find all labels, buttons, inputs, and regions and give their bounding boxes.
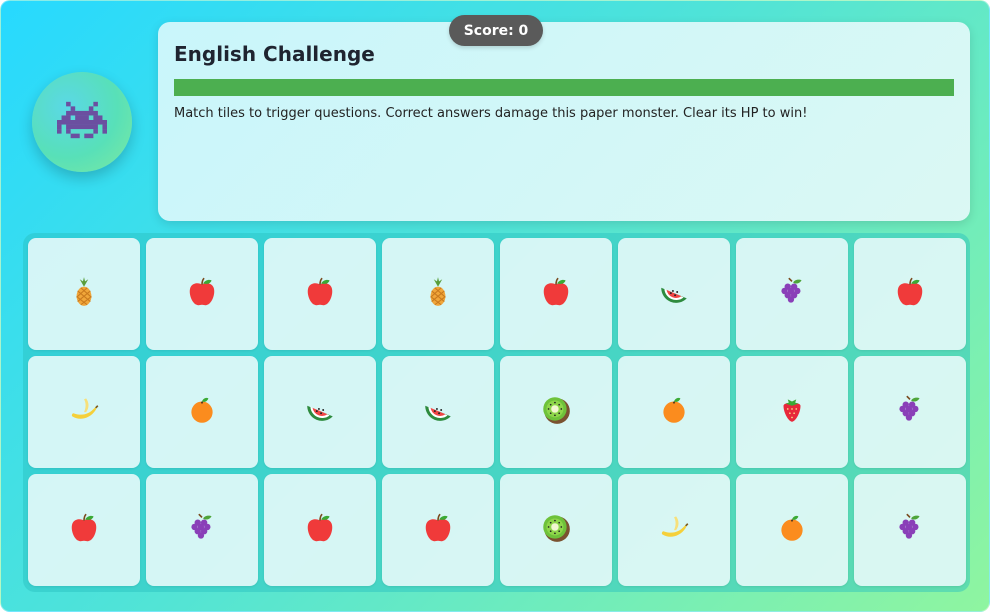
grapes-icon xyxy=(775,275,809,313)
apple-icon xyxy=(303,511,337,549)
monster-avatar xyxy=(32,72,132,172)
challenge-title: English Challenge xyxy=(174,42,375,66)
banana-icon xyxy=(657,511,691,549)
kiwi-icon xyxy=(539,393,573,431)
tile-orange[interactable] xyxy=(146,356,258,468)
tile-grapes[interactable] xyxy=(736,238,848,350)
grapes-icon xyxy=(893,511,927,549)
tile-grapes[interactable] xyxy=(854,474,966,586)
tile-banana[interactable] xyxy=(28,356,140,468)
tile-orange[interactable] xyxy=(618,356,730,468)
watermelon-icon xyxy=(421,393,455,431)
orange-icon xyxy=(657,393,691,431)
tile-apple[interactable] xyxy=(500,238,612,350)
tile-apple[interactable] xyxy=(28,474,140,586)
kiwi-icon xyxy=(539,511,573,549)
challenge-panel: English Challenge Match tiles to trigger… xyxy=(158,22,970,221)
pineapple-icon xyxy=(67,275,101,313)
banana-icon xyxy=(67,393,101,431)
apple-icon xyxy=(893,275,927,313)
strawberry-icon xyxy=(775,393,809,431)
tile-watermelon[interactable] xyxy=(618,238,730,350)
apple-icon xyxy=(421,511,455,549)
pineapple-icon xyxy=(421,275,455,313)
tile-banana[interactable] xyxy=(618,474,730,586)
tile-apple[interactable] xyxy=(264,474,376,586)
watermelon-icon xyxy=(303,393,337,431)
orange-icon xyxy=(185,393,219,431)
score-badge: Score: 0 xyxy=(449,15,543,46)
apple-icon xyxy=(67,511,101,549)
tile-grapes[interactable] xyxy=(854,356,966,468)
tile-apple[interactable] xyxy=(146,238,258,350)
apple-icon xyxy=(303,275,337,313)
tile-apple[interactable] xyxy=(854,238,966,350)
monster-hp-bar xyxy=(174,79,954,96)
tile-kiwi[interactable] xyxy=(500,474,612,586)
tile-pineapple[interactable] xyxy=(382,238,494,350)
tile-pineapple[interactable] xyxy=(28,238,140,350)
challenge-description: Match tiles to trigger questions. Correc… xyxy=(174,106,808,121)
grapes-icon xyxy=(893,393,927,431)
tile-watermelon[interactable] xyxy=(382,356,494,468)
watermelon-icon xyxy=(657,275,691,313)
tile-apple[interactable] xyxy=(264,238,376,350)
orange-icon xyxy=(775,511,809,549)
monster-hp-fill xyxy=(174,79,954,96)
tile-board xyxy=(23,233,970,592)
tile-strawberry[interactable] xyxy=(736,356,848,468)
tile-orange[interactable] xyxy=(736,474,848,586)
tile-watermelon[interactable] xyxy=(264,356,376,468)
tile-kiwi[interactable] xyxy=(500,356,612,468)
space-invader-icon xyxy=(57,100,107,144)
grapes-icon xyxy=(185,511,219,549)
tile-grapes[interactable] xyxy=(146,474,258,586)
game-screen: Score: 0 English Challenge Match tiles t… xyxy=(0,0,990,612)
apple-icon xyxy=(539,275,573,313)
tile-apple[interactable] xyxy=(382,474,494,586)
apple-icon xyxy=(185,275,219,313)
